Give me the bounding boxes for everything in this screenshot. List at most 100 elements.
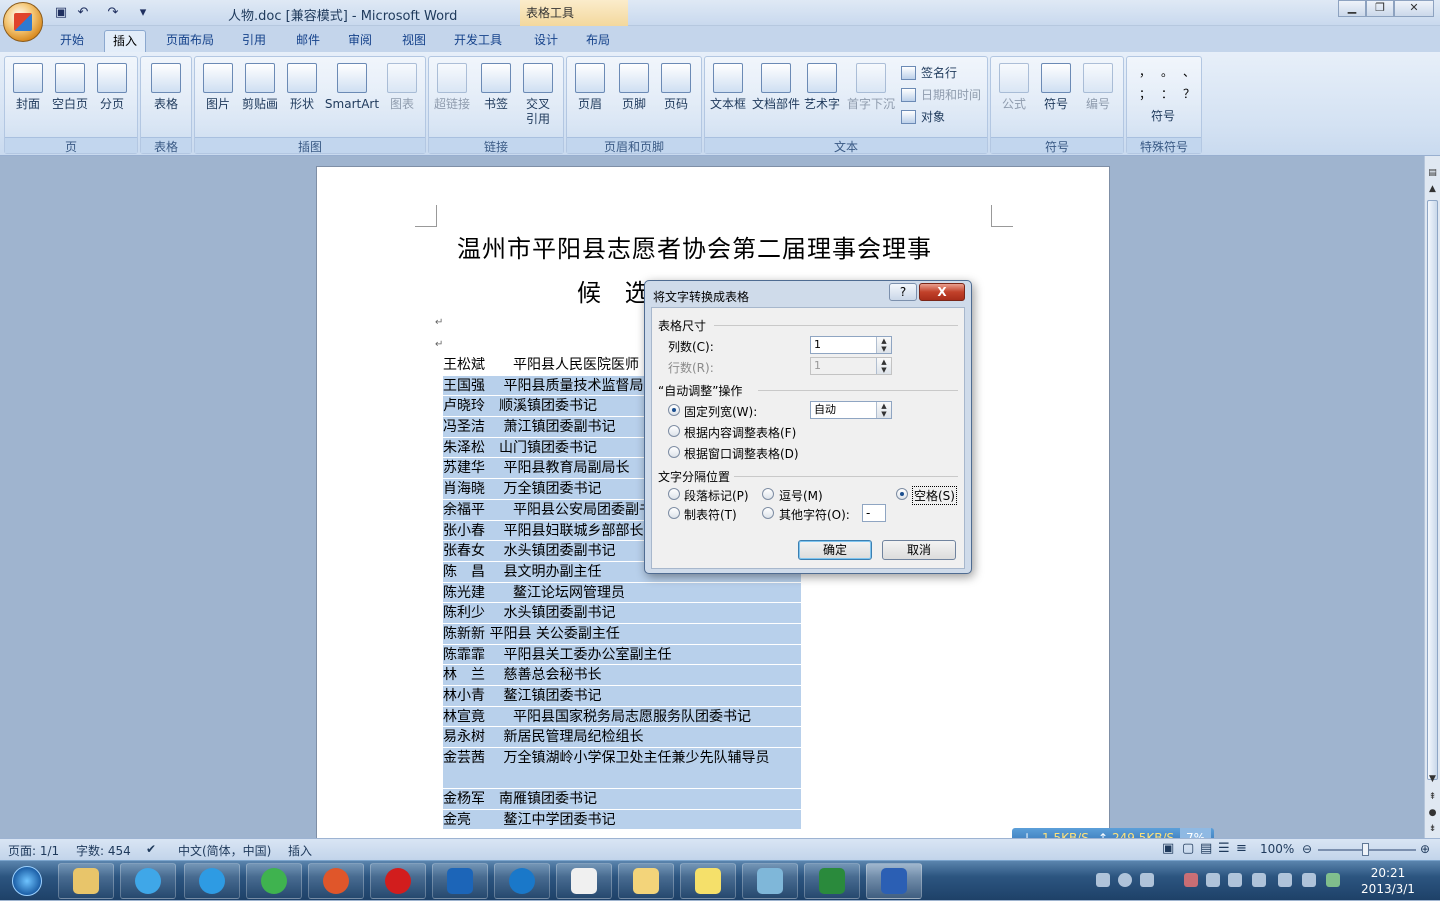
save-icon[interactable]: ▣ <box>52 4 70 22</box>
zoom-in-icon[interactable]: ⊕ <box>1420 842 1430 856</box>
cover-page-button[interactable]: 封面 <box>7 61 49 131</box>
tab-mailings[interactable]: 邮件 <box>288 30 328 52</box>
taskbar-explorer[interactable] <box>58 863 114 899</box>
space-label[interactable]: 空格(S) <box>912 486 957 505</box>
sync-tray-icon[interactable] <box>1228 873 1242 887</box>
special-char-question[interactable]: ？ <box>1183 85 1195 102</box>
shapes-button[interactable]: 形状 <box>281 61 323 131</box>
tab-review[interactable]: 审阅 <box>340 30 380 52</box>
smartart-button[interactable]: SmartArt <box>323 61 381 131</box>
dropcap-button[interactable]: 首字下沉 <box>845 61 897 131</box>
minimize-button[interactable]: ▁ <box>1338 0 1366 17</box>
start-button[interactable] <box>2 861 52 901</box>
radio-autofit-window[interactable] <box>668 446 680 458</box>
table-button[interactable]: 表格 <box>145 61 187 131</box>
flag-tray-icon[interactable] <box>1252 873 1266 887</box>
numbering-button[interactable]: 编号 <box>1077 61 1119 131</box>
tab-developer[interactable]: 开发工具 <box>446 30 510 52</box>
autofit-content-label[interactable]: 根据内容调整表格(F) <box>684 424 796 441</box>
taskbar-app-m[interactable] <box>432 863 488 899</box>
page-indicator[interactable]: 页面: 1/1 <box>8 842 59 859</box>
radio-tab[interactable] <box>668 507 680 519</box>
special-char-comma[interactable]: ， <box>1139 63 1151 80</box>
stepper-arrows-icon[interactable]: ▲ ▼ <box>876 402 891 418</box>
taskbar-browser-blue[interactable] <box>184 863 240 899</box>
columns-stepper[interactable]: 1 ▲ ▼ <box>810 336 892 354</box>
quickparts-button[interactable]: 文档部件 <box>751 61 801 131</box>
radio-other[interactable] <box>762 507 774 519</box>
radio-autofit-content[interactable] <box>668 425 680 437</box>
ruler-toggle-icon[interactable]: ▤ <box>1426 166 1439 180</box>
other-label[interactable]: 其他字符(O): <box>779 506 850 523</box>
security-tray-icon[interactable] <box>1184 873 1198 887</box>
bookmark-button[interactable]: 书签 <box>475 61 517 131</box>
special-char-semicolon[interactable]: ； <box>1139 85 1151 102</box>
special-char-period[interactable]: 。 <box>1161 63 1173 80</box>
network-tray-icon[interactable] <box>1206 873 1220 887</box>
undo-icon[interactable]: ↶ <box>74 4 92 22</box>
radio-paragraph[interactable] <box>668 488 680 500</box>
clipart-button[interactable]: 剪贴画 <box>239 61 281 131</box>
symbol-button[interactable]: 符号 <box>1035 61 1077 131</box>
previous-page-icon[interactable]: ⇞ <box>1426 790 1439 804</box>
object-button[interactable]: 对象 <box>901 107 945 127</box>
chart-button[interactable]: 图表 <box>381 61 423 131</box>
redo-icon[interactable]: ↷ <box>104 4 122 22</box>
zoom-out-icon[interactable]: ⊖ <box>1302 842 1312 856</box>
ok-button[interactable]: 确定 <box>798 540 872 560</box>
scroll-up-icon[interactable]: ▲ <box>1426 182 1439 196</box>
dialog-close-button[interactable]: X <box>919 283 965 301</box>
radio-space[interactable] <box>896 488 908 500</box>
input-method-icon[interactable] <box>1140 873 1154 887</box>
date-time-button[interactable]: 日期和时间 <box>901 85 981 105</box>
full-screen-icon[interactable]: ▢ <box>1182 841 1194 856</box>
browse-object-icon[interactable]: ● <box>1426 806 1439 820</box>
taskbar-antivirus[interactable] <box>308 863 364 899</box>
tab-home[interactable]: 开始 <box>52 30 92 52</box>
taskbar-app-k[interactable] <box>494 863 550 899</box>
taskbar-excel[interactable] <box>804 863 860 899</box>
close-window-button[interactable]: ✕ <box>1394 0 1434 17</box>
scroll-thumb[interactable] <box>1427 200 1438 780</box>
cancel-button[interactable]: 取消 <box>882 540 956 560</box>
volume-icon[interactable] <box>1302 873 1316 887</box>
taskbar-help[interactable] <box>680 863 736 899</box>
dialog-help-button[interactable]: ? <box>889 283 917 301</box>
taskbar-qq[interactable] <box>120 863 176 899</box>
tab-label[interactable]: 制表符(T) <box>684 506 737 523</box>
scroll-down-icon[interactable]: ▼ <box>1426 772 1439 786</box>
radio-comma[interactable] <box>762 488 774 500</box>
radio-fixed-width[interactable] <box>668 404 680 416</box>
special-symbol-button[interactable]: 符号 <box>1151 107 1175 124</box>
tab-page-layout[interactable]: 页面布局 <box>158 30 222 52</box>
page-break-button[interactable]: 分页 <box>91 61 133 131</box>
wordart-button[interactable]: 艺术字 <box>801 61 843 131</box>
taskbar-calendar[interactable] <box>556 863 612 899</box>
equation-button[interactable]: 公式 <box>993 61 1035 131</box>
autofit-window-label[interactable]: 根据窗口调整表格(D) <box>684 445 799 462</box>
customize-qat-icon[interactable]: ▾ <box>134 4 152 22</box>
taskbar-word[interactable] <box>866 863 922 899</box>
stepper-arrows-icon[interactable]: ▲ ▼ <box>876 337 891 353</box>
tab-design[interactable]: 设计 <box>526 30 566 52</box>
footer-button[interactable]: 页脚 <box>613 61 655 131</box>
tab-references[interactable]: 引用 <box>234 30 274 52</box>
keyboard-icon[interactable] <box>1096 873 1110 887</box>
special-char-pause[interactable]: 、 <box>1183 63 1195 80</box>
maximize-button[interactable]: ❐ <box>1366 0 1394 17</box>
fixed-width-stepper[interactable]: 自动 ▲ ▼ <box>810 401 892 419</box>
tab-view[interactable]: 视图 <box>394 30 434 52</box>
paragraph-label[interactable]: 段落标记(P) <box>684 487 749 504</box>
header-button[interactable]: 页眉 <box>569 61 611 131</box>
tab-layout[interactable]: 布局 <box>578 30 618 52</box>
zoom-level[interactable]: 100% <box>1260 842 1294 856</box>
fixed-width-label[interactable]: 固定列宽(W): <box>684 403 757 420</box>
next-page-icon[interactable]: ⇟ <box>1426 822 1439 836</box>
draft-icon[interactable]: ≡ <box>1236 841 1247 856</box>
insert-mode[interactable]: 插入 <box>288 842 312 859</box>
comma-label[interactable]: 逗号(M) <box>779 487 823 504</box>
taskbar-book[interactable] <box>742 863 798 899</box>
outline-icon[interactable]: ☰ <box>1218 841 1230 856</box>
office-button[interactable] <box>3 2 43 42</box>
taskbar-notepad[interactable] <box>618 863 674 899</box>
